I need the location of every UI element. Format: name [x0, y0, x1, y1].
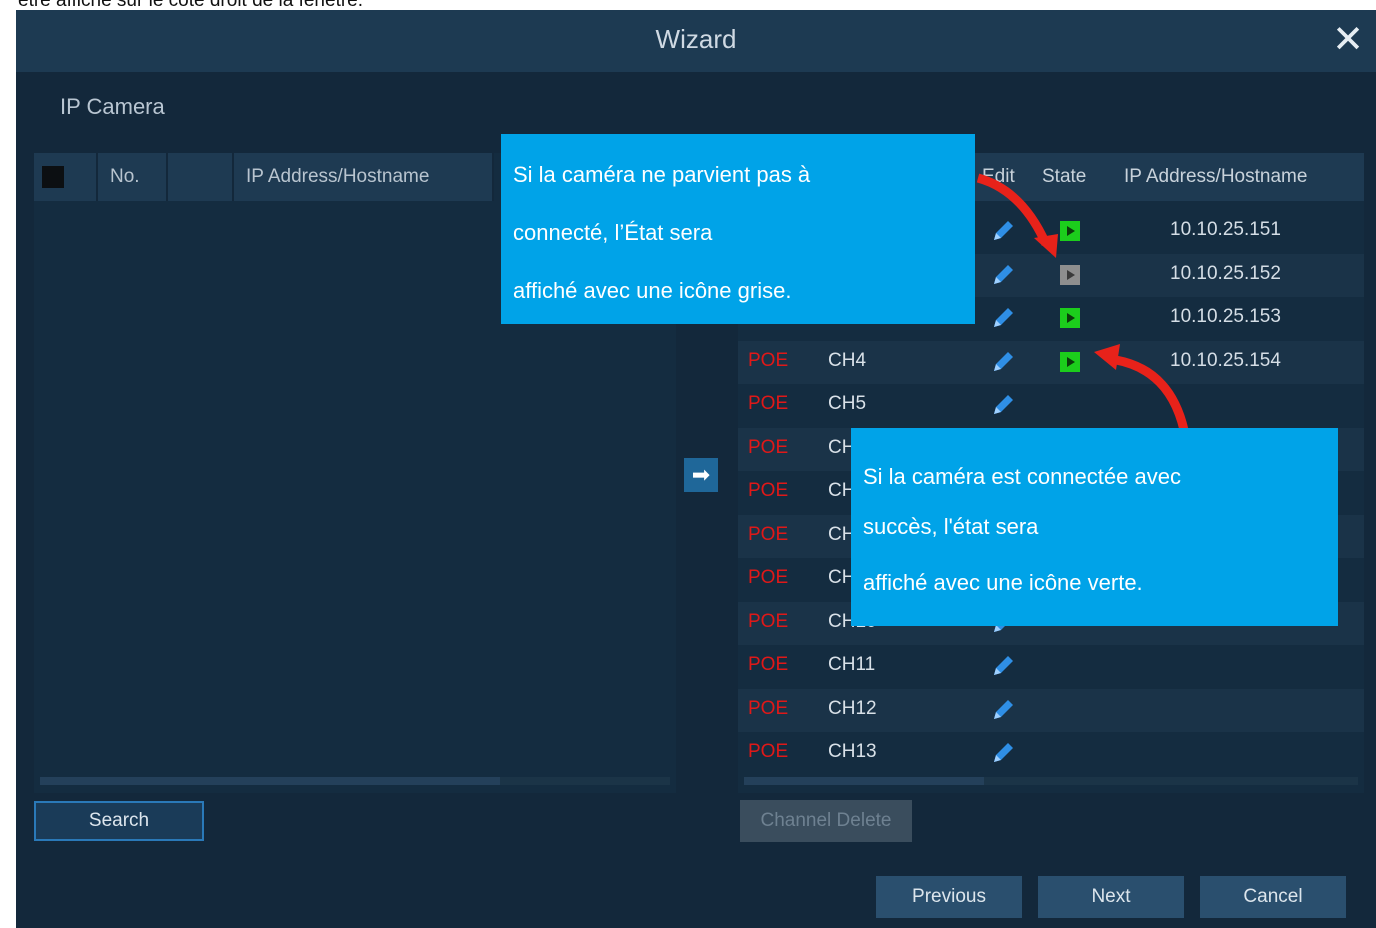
poe-label: POE — [748, 610, 789, 632]
state-connected-icon[interactable] — [1060, 308, 1080, 328]
title-bar: Wizard ✕ — [16, 10, 1376, 72]
poe-label: POE — [748, 741, 789, 762]
column-header-ip-address[interactable]: IP Address/Hostname — [1124, 153, 1307, 201]
channel-row[interactable]: POE CH12 — [738, 688, 1364, 732]
edit-pencil-icon[interactable] — [990, 262, 1016, 288]
poe-label: POE — [748, 567, 789, 588]
edit-pencil-icon[interactable] — [990, 349, 1016, 375]
search-button[interactable]: Search — [34, 801, 204, 841]
right-horizontal-scrollbar[interactable] — [744, 777, 1358, 785]
right-scrollbar-thumb[interactable] — [744, 777, 984, 785]
channel-name: CH12 — [828, 697, 877, 719]
select-all-cell — [34, 153, 98, 201]
callout-failed-line-3: affiché avec une icône grise. — [513, 278, 792, 303]
column-header-blank — [168, 153, 234, 201]
state-connected-icon[interactable] — [1060, 351, 1080, 372]
channel-row[interactable]: POE CH4 10.10.25.154 — [738, 340, 1364, 384]
left-scrollbar-thumb[interactable] — [40, 777, 500, 785]
channel-row[interactable]: POE CH11 — [738, 645, 1364, 688]
previous-button[interactable]: Previous — [876, 876, 1022, 918]
left-horizontal-scrollbar[interactable] — [40, 777, 670, 785]
ip-address: 10.10.25.151 — [1170, 219, 1281, 240]
channel-delete-button[interactable]: Channel Delete — [740, 800, 912, 842]
poe-label: POE — [748, 349, 789, 371]
channel-name: CH4 — [828, 349, 867, 371]
poe-label: POE — [748, 654, 789, 675]
callout-success-line-2: succès, l'état sera — [863, 514, 1039, 539]
poe-label: POE — [748, 480, 789, 501]
channel-name: CH13 — [828, 741, 877, 762]
next-button[interactable]: Next — [1038, 876, 1184, 918]
state-disconnected-icon[interactable] — [1060, 264, 1080, 285]
close-icon[interactable]: ✕ — [1328, 20, 1368, 60]
column-header-edit[interactable]: Edit — [982, 153, 1015, 201]
section-title: IP Camera — [60, 94, 165, 119]
edit-pencil-icon[interactable] — [990, 218, 1016, 244]
edit-pencil-icon[interactable] — [990, 697, 1016, 723]
edit-pencil-icon[interactable] — [990, 392, 1016, 418]
channel-row[interactable]: POE CH5 — [738, 384, 1364, 427]
poe-label: POE — [748, 697, 789, 719]
callout-success-line-1: Si la caméra est connectée avec — [863, 464, 1181, 489]
ip-address: 10.10.25.154 — [1170, 349, 1281, 371]
column-header-ip[interactable]: IP Address/Hostname — [234, 153, 494, 201]
callout-success-line-3: affiché avec une icône verte. — [863, 570, 1143, 595]
column-header-state[interactable]: State — [1042, 153, 1086, 201]
channel-name: CH11 — [828, 654, 876, 675]
callout-failed-line-2: connecté, l’État sera — [513, 220, 713, 245]
state-connected-icon[interactable] — [1060, 221, 1080, 241]
poe-label: POE — [748, 523, 789, 545]
callout-failed-line-1: Si la caméra ne parvient pas à — [513, 162, 811, 187]
add-camera-arrow-button[interactable]: ➡ — [684, 458, 718, 492]
select-all-checkbox[interactable] — [42, 165, 64, 188]
window-title: Wizard — [655, 24, 737, 54]
edit-pencil-icon[interactable] — [990, 653, 1016, 679]
edit-pencil-icon[interactable] — [990, 740, 1016, 766]
channel-name: CH5 — [828, 393, 867, 414]
success-state-callout: Si la caméra est connectée avec succès, … — [851, 428, 1338, 626]
poe-label: POE — [748, 436, 789, 458]
failed-state-callout: Si la caméra ne parvient pas à connecté,… — [501, 134, 975, 324]
edit-pencil-icon[interactable] — [990, 305, 1016, 331]
ip-address: 10.10.25.153 — [1170, 306, 1281, 327]
ip-address: 10.10.25.152 — [1170, 262, 1281, 284]
cancel-button[interactable]: Cancel — [1200, 876, 1346, 918]
column-header-no[interactable]: No. — [98, 153, 168, 201]
search-results-header: No. IP Address/Hostname — [34, 153, 494, 201]
channel-row[interactable]: POE CH13 — [738, 732, 1364, 775]
poe-label: POE — [748, 393, 789, 414]
